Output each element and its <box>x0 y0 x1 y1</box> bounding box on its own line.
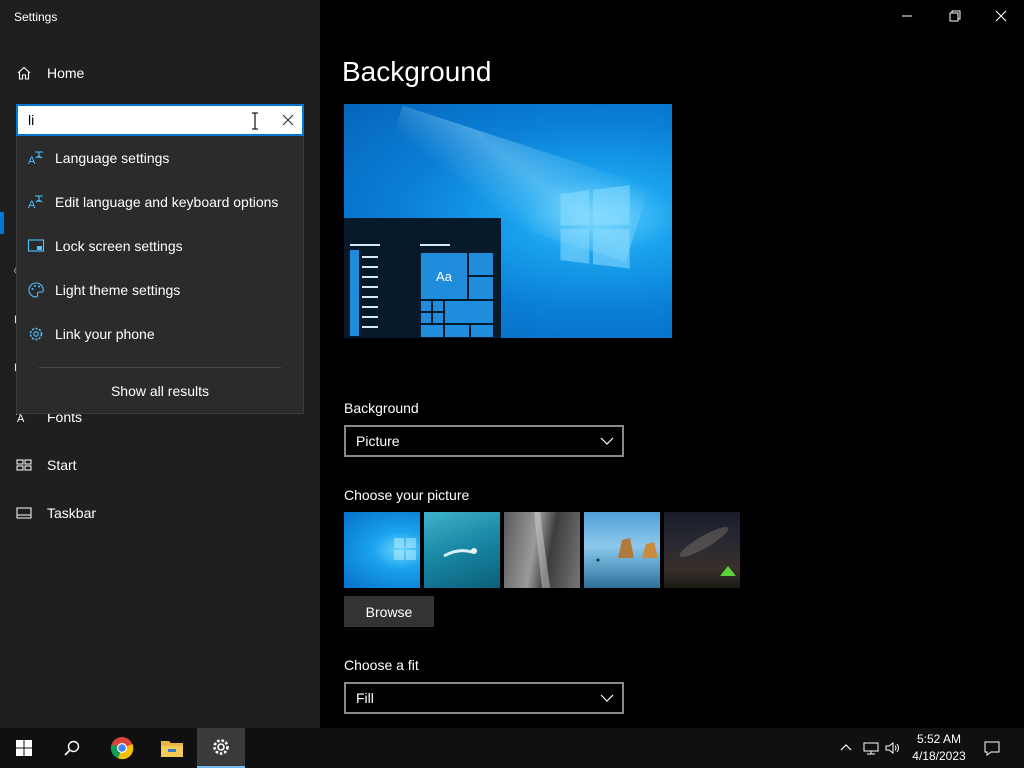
minimize-button[interactable] <box>884 0 930 32</box>
suggestion-label: Link your phone <box>55 326 155 342</box>
dropdown-divider <box>39 367 281 368</box>
main-content: Background Aa Background Picture Choose … <box>320 0 1024 728</box>
clock-time: 5:52 AM <box>916 732 962 746</box>
search-taskbar-button[interactable] <box>48 728 96 768</box>
picture-thumbnail-beach[interactable] <box>584 512 660 588</box>
volume-button[interactable] <box>882 728 904 768</box>
taskbar: 5:52 AM 4/18/2023 <box>0 728 1024 768</box>
gear-icon <box>17 325 55 343</box>
close-icon <box>282 114 294 126</box>
preview-tile: Aa <box>420 252 468 300</box>
sidebar-item-label: Home <box>47 65 85 81</box>
chevron-up-icon <box>840 744 852 751</box>
picture-thumbnail-underwater[interactable] <box>424 512 500 588</box>
sidebar-item-start[interactable]: Start <box>0 445 320 485</box>
network-button[interactable] <box>860 728 882 768</box>
palette-icon <box>17 281 55 299</box>
suggestion-label: Light theme settings <box>55 282 181 298</box>
close-icon <box>995 10 1007 22</box>
fit-value: Fill <box>356 690 374 706</box>
chrome-taskbar-button[interactable] <box>98 728 146 768</box>
gear-icon <box>213 739 229 755</box>
lock-screen-icon <box>17 237 55 255</box>
show-all-results-link[interactable]: Show all results <box>17 376 303 406</box>
windows-logo-icon <box>16 740 32 756</box>
sidebar-item-taskbar[interactable]: Taskbar <box>0 493 320 533</box>
cliff-image-icon <box>534 512 550 588</box>
browse-button[interactable]: Browse <box>344 596 434 627</box>
notification-icon <box>984 741 1000 756</box>
windows-logo-icon <box>560 185 632 271</box>
clock[interactable]: 5:52 AM 4/18/2023 <box>904 731 974 765</box>
sidebar-item-label: Taskbar <box>47 505 97 521</box>
picture-thumbnail-night-sky[interactable] <box>664 512 740 588</box>
svg-text:A: A <box>28 199 36 211</box>
choose-picture-label: Choose your picture <box>344 487 470 503</box>
start-button[interactable] <box>0 728 48 768</box>
suggestion-item[interactable]: Lock screen settings <box>17 224 303 268</box>
suggestion-label: Edit language and keyboard options <box>55 194 279 210</box>
show-hidden-icons-button[interactable] <box>836 728 856 768</box>
picture-thumbnail-windows[interactable] <box>344 512 420 588</box>
background-value: Picture <box>356 433 400 449</box>
folder-icon <box>161 741 183 757</box>
beach-rocks-image-icon <box>596 538 658 562</box>
restore-button[interactable] <box>932 0 978 32</box>
minimize-icon <box>902 15 912 17</box>
settings-taskbar-button[interactable] <box>197 728 245 768</box>
search-box <box>16 104 304 136</box>
restore-icon <box>949 10 961 22</box>
suggestion-label: Lock screen settings <box>55 238 183 254</box>
tent-image-icon <box>679 527 736 576</box>
close-window-button[interactable] <box>978 0 1024 32</box>
language-icon: A <box>17 193 55 211</box>
suggestion-item[interactable]: A Language settings <box>17 136 303 180</box>
swimmer-image-icon <box>443 548 477 558</box>
choose-fit-label: Choose a fit <box>344 657 419 673</box>
sidebar: Settings Home ◊ ▮ ▮ AA Fonts Start Taskb… <box>0 0 320 728</box>
page-title: Background <box>342 56 492 87</box>
fit-dropdown[interactable]: Fill <box>344 682 624 714</box>
clock-date: 4/18/2023 <box>912 749 966 763</box>
search-suggestions: A Language settings A Edit language and … <box>16 136 304 414</box>
sidebar-item-label: Start <box>47 457 77 473</box>
taskbar-icon <box>0 505 47 521</box>
action-center-button[interactable] <box>978 728 1006 768</box>
language-icon: A <box>17 149 55 167</box>
suggestion-item[interactable]: Link your phone <box>17 312 303 356</box>
chevron-down-icon <box>600 437 614 445</box>
background-dropdown[interactable]: Picture <box>344 425 624 457</box>
background-preview: Aa <box>344 104 672 338</box>
home-icon <box>0 65 47 81</box>
volume-icon <box>885 742 899 754</box>
svg-text:A: A <box>28 155 36 167</box>
chevron-down-icon <box>600 694 614 702</box>
app-title: Settings <box>14 10 58 24</box>
suggestion-item[interactable]: A Edit language and keyboard options <box>17 180 303 224</box>
picture-thumbnail-cliff[interactable] <box>504 512 580 588</box>
start-icon <box>0 457 47 473</box>
chrome-icon <box>110 737 134 760</box>
clear-search-button[interactable] <box>280 112 296 128</box>
suggestion-item[interactable]: Light theme settings <box>17 268 303 312</box>
file-explorer-taskbar-button[interactable] <box>148 728 196 768</box>
search-icon <box>64 740 80 756</box>
background-label: Background <box>344 400 419 416</box>
selected-item-marker <box>0 212 4 234</box>
search-input[interactable] <box>28 112 248 128</box>
windows-logo-icon <box>394 538 416 560</box>
text-cursor-icon <box>252 112 258 130</box>
preview-start-menu: Aa <box>344 218 501 338</box>
suggestion-label: Language settings <box>55 150 170 166</box>
sidebar-item-home[interactable]: Home <box>0 53 320 93</box>
network-icon <box>863 742 879 755</box>
